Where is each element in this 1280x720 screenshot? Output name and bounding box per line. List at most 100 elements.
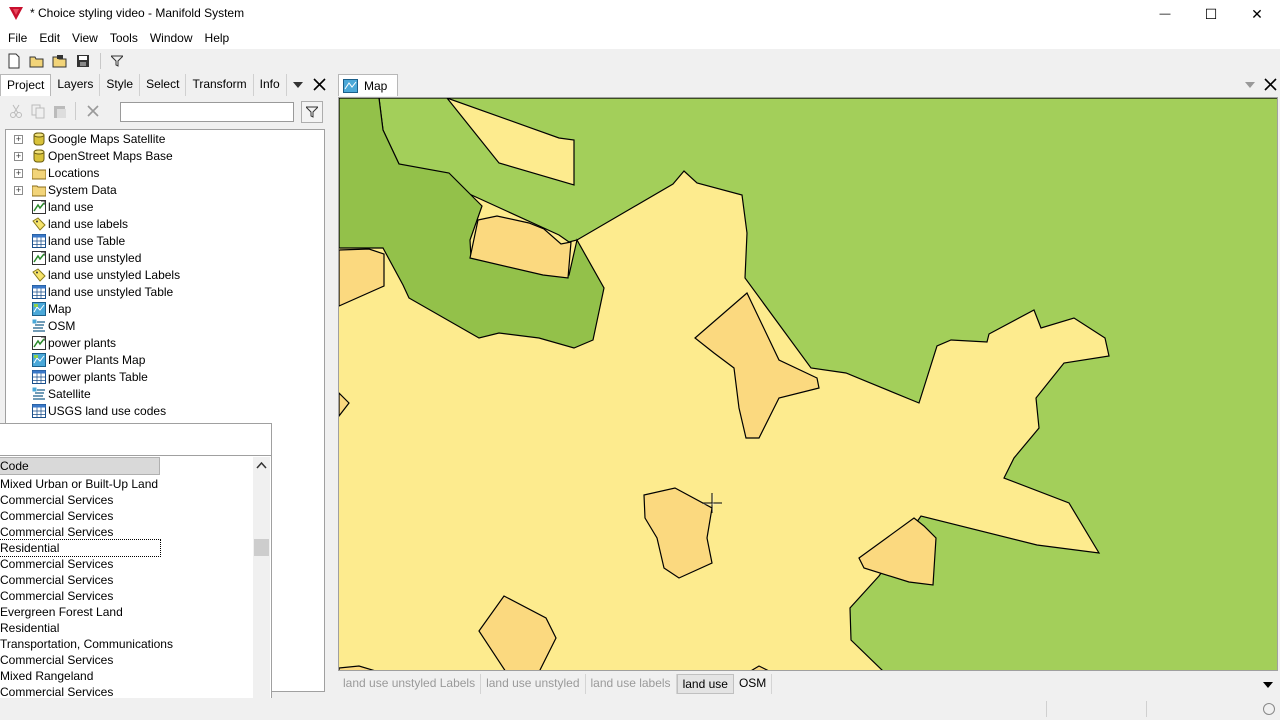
title-bar: * Choice styling video - Manifold System…	[0, 0, 1280, 28]
save-button[interactable]	[72, 50, 94, 72]
tree-item[interactable]: + Locations	[6, 165, 324, 182]
map-icon	[343, 78, 358, 93]
project-filter-button[interactable]	[301, 101, 323, 123]
layer-tab[interactable]: land use labels	[586, 674, 677, 694]
layer-tabs-menu-icon[interactable]	[1262, 681, 1274, 689]
tree-item[interactable]: power plants	[6, 335, 324, 352]
map-window-menu-icon[interactable]	[1244, 80, 1256, 90]
list-item[interactable]: Commercial Services	[0, 508, 250, 524]
main-toolbar	[0, 49, 1280, 73]
tree-item[interactable]: land use labels	[6, 216, 324, 233]
expand-icon[interactable]: +	[14, 169, 23, 178]
list-item[interactable]: Commercial Services	[0, 492, 250, 508]
tree-item[interactable]: + OpenStreet Maps Base	[6, 148, 324, 165]
tree-item-label: land use unstyled	[48, 251, 142, 265]
tab-project[interactable]: Project	[0, 74, 52, 96]
tree-item[interactable]: Satellite	[6, 386, 324, 403]
status-bar	[0, 698, 1280, 720]
map-canvas[interactable]	[338, 97, 1278, 671]
tree-item-label: OpenStreet Maps Base	[48, 149, 173, 163]
popup-scrollbar[interactable]	[253, 457, 270, 720]
save-icon	[77, 55, 89, 67]
panel-close-icon[interactable]	[313, 78, 326, 91]
table-icon	[32, 404, 46, 418]
list-item[interactable]: Commercial Services	[0, 652, 250, 668]
scroll-up-icon[interactable]	[256, 461, 267, 469]
delete-icon[interactable]	[86, 104, 100, 118]
tree-item-label: System Data	[48, 183, 117, 197]
menu-view[interactable]: View	[66, 28, 104, 49]
map-close-icon[interactable]	[1264, 78, 1277, 91]
tab-transform[interactable]: Transform	[186, 74, 254, 96]
maximize-button[interactable]: ☐	[1188, 0, 1234, 28]
list-item[interactable]: Mixed Rangeland	[0, 668, 250, 684]
tree-item[interactable]: OSM	[6, 318, 324, 335]
minimize-button[interactable]: —	[1142, 0, 1188, 28]
toolbar-separator	[75, 102, 76, 120]
tree-item[interactable]: Map	[6, 301, 324, 318]
tree-item[interactable]: + Google Maps Satellite	[6, 131, 324, 148]
image-icon	[32, 387, 45, 400]
list-item[interactable]: Commercial Services	[0, 556, 250, 572]
column-header-code[interactable]: Code	[0, 457, 160, 475]
tree-item-label: OSM	[48, 319, 76, 333]
tree-item[interactable]: power plants Table	[6, 369, 324, 386]
table-icon	[32, 234, 46, 248]
new-button[interactable]	[3, 50, 25, 72]
land-use-map[interactable]	[339, 98, 1278, 671]
layer-tab[interactable]: land use unstyled	[481, 674, 586, 694]
paste-icon[interactable]	[53, 104, 68, 119]
open-project-button[interactable]	[49, 50, 71, 72]
minimize-icon: —	[1159, 8, 1171, 20]
list-item[interactable]: Mixed Urban or Built-Up Land	[0, 476, 250, 492]
list-item-label: Commercial Services	[0, 573, 114, 587]
list-item[interactable]: Commercial Services	[0, 572, 250, 588]
tab-select[interactable]: Select	[140, 74, 187, 96]
tree-item-label: land use unstyled Labels	[48, 268, 181, 282]
tab-layers[interactable]: Layers	[51, 74, 101, 96]
list-item[interactable]: Commercial Services	[0, 588, 250, 604]
list-item[interactable]: Residential	[0, 539, 250, 557]
menu-window[interactable]: Window	[144, 28, 199, 49]
list-item[interactable]: Residential	[0, 620, 250, 636]
cut-icon[interactable]	[9, 104, 23, 118]
expand-icon[interactable]: +	[14, 186, 23, 195]
menu-edit[interactable]: Edit	[33, 28, 66, 49]
copy-icon[interactable]	[31, 104, 46, 119]
open-button[interactable]	[26, 50, 48, 72]
tree-item[interactable]: USGS land use codes	[6, 403, 324, 420]
close-window-button[interactable]: ✕	[1234, 0, 1280, 28]
panel-menu-icon[interactable]	[292, 80, 304, 90]
list-item[interactable]: Evergreen Forest Land	[0, 604, 250, 620]
tree-item-label: USGS land use codes	[48, 404, 167, 418]
expand-icon[interactable]: +	[14, 135, 23, 144]
tree-item[interactable]: land use unstyled Table	[6, 284, 324, 301]
tree-item[interactable]: land use unstyled	[6, 250, 324, 267]
tree-item[interactable]: Power Plants Map	[6, 352, 324, 369]
tab-map[interactable]: Map	[338, 74, 398, 96]
layer-tab[interactable]: land use	[676, 674, 734, 694]
map-icon	[32, 302, 46, 316]
tree-item[interactable]: land use unstyled Labels	[6, 267, 324, 284]
filter-toolbar-button[interactable]	[106, 50, 128, 72]
expand-icon[interactable]: +	[14, 152, 23, 161]
tree-item[interactable]: land use Table	[6, 233, 324, 250]
project-filter-input[interactable]	[120, 102, 294, 122]
menu-file[interactable]: File	[2, 28, 33, 49]
scroll-thumb[interactable]	[254, 539, 269, 556]
list-item[interactable]: Transportation, Communications	[0, 636, 250, 652]
tree-item[interactable]: land use	[6, 199, 324, 216]
menu-help[interactable]: Help	[199, 28, 236, 49]
tab-style[interactable]: Style	[100, 74, 141, 96]
menu-tools[interactable]: Tools	[104, 28, 144, 49]
database-icon	[33, 149, 45, 163]
layer-tab[interactable]: land use unstyled Labels	[338, 674, 482, 694]
table-icon	[32, 370, 46, 384]
tree-item[interactable]: + System Data	[6, 182, 324, 199]
list-item[interactable]: Commercial Services	[0, 524, 250, 540]
layer-tab[interactable]: OSM	[734, 674, 773, 694]
tab-info[interactable]: Info	[253, 74, 287, 96]
list-item-label: Commercial Services	[0, 509, 114, 523]
map-tab-label: Map	[364, 78, 388, 93]
maximize-icon: ☐	[1204, 5, 1218, 22]
